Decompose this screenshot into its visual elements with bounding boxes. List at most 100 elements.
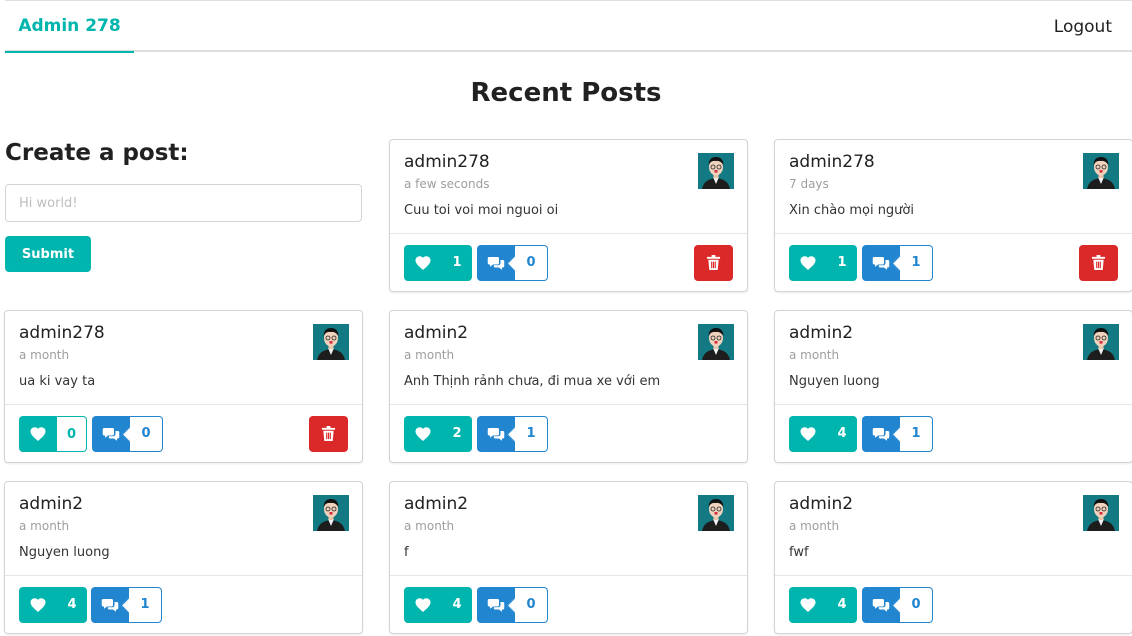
heart-icon bbox=[800, 598, 816, 613]
delete-button[interactable] bbox=[1079, 245, 1118, 281]
avatar bbox=[1083, 153, 1119, 189]
like-count: 0 bbox=[57, 416, 87, 452]
post-card: admin278 a few seconds Cuu toi voi moi ngu… bbox=[389, 139, 748, 292]
post-card: admin2 a month fwf 4 0 bbox=[774, 481, 1132, 634]
comments-icon bbox=[487, 257, 505, 270]
post-card: admin278 a month ua ki vay ta 0 0 bbox=[4, 310, 363, 463]
like-count: 2 bbox=[442, 416, 472, 452]
comments-icon bbox=[872, 428, 890, 441]
comment-count: 1 bbox=[900, 416, 933, 452]
like-count: 4 bbox=[57, 587, 87, 623]
post-time: a month bbox=[404, 348, 455, 362]
post-time: a month bbox=[789, 519, 840, 533]
post-input[interactable] bbox=[5, 184, 362, 222]
like-count: 1 bbox=[827, 245, 857, 281]
comment-button[interactable]: 0 bbox=[862, 587, 933, 623]
like-button[interactable]: 4 bbox=[404, 587, 472, 623]
post-time: a few seconds bbox=[404, 177, 490, 191]
card-divider bbox=[5, 404, 362, 405]
post-author: admin2 bbox=[789, 494, 854, 514]
trash-icon bbox=[1091, 255, 1106, 270]
card-divider bbox=[390, 575, 747, 576]
like-button[interactable]: 4 bbox=[789, 587, 857, 623]
like-count: 4 bbox=[442, 587, 472, 623]
comment-count: 0 bbox=[900, 587, 933, 623]
comment-count: 0 bbox=[515, 245, 548, 281]
post-time: 7 days bbox=[789, 177, 829, 191]
post-card: admin2 a month Anh Thịnh rảnh chưa, đi mua… bbox=[389, 310, 748, 463]
post-content: Anh Thịnh rảnh chưa, đi mua xe với em bbox=[404, 374, 661, 389]
like-button[interactable]: 2 bbox=[404, 416, 472, 452]
post-card: admin278 7 days Xin chào mọi người 1 1 bbox=[774, 139, 1132, 292]
post-card: admin2 a month Nguyen luong 4 1 bbox=[4, 481, 363, 634]
card-divider bbox=[5, 575, 362, 576]
post-content: f bbox=[404, 545, 409, 560]
card-divider bbox=[775, 404, 1132, 405]
trash-icon bbox=[706, 255, 721, 270]
comments-icon bbox=[101, 599, 119, 612]
logout-link[interactable]: Logout bbox=[1054, 1, 1112, 53]
post-content: Cuu toi voi moi nguoi oi bbox=[404, 203, 559, 218]
comments-icon bbox=[872, 599, 890, 612]
post-time: a month bbox=[789, 348, 840, 362]
comment-button[interactable]: 1 bbox=[862, 245, 933, 281]
post-author: admin2 bbox=[789, 323, 854, 343]
avatar bbox=[698, 324, 734, 360]
top-nav: Admin 278 Logout bbox=[5, 0, 1132, 53]
like-count: 1 bbox=[442, 245, 472, 281]
heart-icon bbox=[30, 598, 46, 613]
create-post-form: Create a post: Submit bbox=[5, 140, 362, 272]
trash-icon bbox=[321, 426, 336, 441]
like-button[interactable]: 0 bbox=[19, 416, 87, 452]
comment-button[interactable]: 0 bbox=[477, 587, 548, 623]
comment-button[interactable]: 0 bbox=[92, 416, 163, 452]
nav-brand[interactable]: Admin 278 bbox=[5, 1, 134, 53]
avatar bbox=[1083, 324, 1119, 360]
avatar bbox=[698, 495, 734, 531]
post-author: admin2 bbox=[19, 494, 84, 514]
comment-button[interactable]: 1 bbox=[862, 416, 933, 452]
post-content: Xin chào mọi người bbox=[789, 203, 914, 218]
submit-button[interactable]: Submit bbox=[5, 236, 91, 272]
comment-button[interactable]: 1 bbox=[91, 587, 162, 623]
avatar bbox=[313, 324, 349, 360]
comment-button[interactable]: 0 bbox=[477, 245, 548, 281]
heart-icon bbox=[415, 598, 431, 613]
post-card: admin2 a month Nguyen luong 4 1 bbox=[774, 310, 1132, 463]
like-button[interactable]: 4 bbox=[19, 587, 87, 623]
card-divider bbox=[775, 233, 1132, 234]
post-time: a month bbox=[19, 348, 70, 362]
comments-icon bbox=[487, 428, 505, 441]
post-content: ua ki vay ta bbox=[19, 374, 96, 389]
avatar bbox=[1083, 495, 1119, 531]
page-title: Recent Posts bbox=[470, 78, 662, 108]
like-button[interactable]: 1 bbox=[404, 245, 472, 281]
heart-icon bbox=[415, 256, 431, 271]
post-time: a month bbox=[19, 519, 70, 533]
comment-count: 0 bbox=[130, 416, 163, 452]
post-card: admin2 a month f 4 0 bbox=[389, 481, 748, 634]
like-button[interactable]: 1 bbox=[789, 245, 857, 281]
comments-icon bbox=[872, 257, 890, 270]
comments-icon bbox=[487, 599, 505, 612]
comment-button[interactable]: 1 bbox=[477, 416, 548, 452]
avatar bbox=[313, 495, 349, 531]
heart-icon bbox=[800, 427, 816, 442]
post-author: admin2 bbox=[404, 494, 469, 514]
card-divider bbox=[390, 404, 747, 405]
post-content: Nguyen luong bbox=[789, 374, 880, 389]
post-author: admin278 bbox=[404, 152, 490, 172]
avatar bbox=[698, 153, 734, 189]
post-content: Nguyen luong bbox=[19, 545, 110, 560]
post-author: admin278 bbox=[789, 152, 875, 172]
post-content: fwf bbox=[789, 545, 809, 560]
delete-button[interactable] bbox=[694, 245, 733, 281]
post-author: admin2 bbox=[404, 323, 469, 343]
card-divider bbox=[390, 233, 747, 234]
delete-button[interactable] bbox=[309, 416, 348, 452]
comment-count: 1 bbox=[900, 245, 933, 281]
like-button[interactable]: 4 bbox=[789, 416, 857, 452]
like-count: 4 bbox=[827, 587, 857, 623]
heart-icon bbox=[415, 427, 431, 442]
comment-count: 0 bbox=[515, 587, 548, 623]
